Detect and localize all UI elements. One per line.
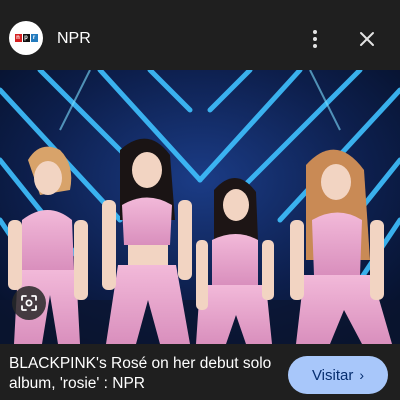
close-icon <box>360 32 374 46</box>
npr-logo: npr <box>9 21 43 55</box>
npr-logo-mark: npr <box>14 34 38 42</box>
top-bar: npr NPR <box>0 0 400 70</box>
lens-icon <box>21 295 37 311</box>
more-options-button[interactable] <box>302 24 328 54</box>
close-button[interactable] <box>352 24 382 54</box>
result-image[interactable] <box>0 70 400 344</box>
source-name: NPR <box>57 30 91 47</box>
visit-button[interactable]: Visitar › <box>288 356 388 394</box>
visit-button-label: Visitar <box>311 366 354 384</box>
chevron-right-icon: › <box>359 367 365 383</box>
result-title[interactable]: BLACKPINK's Rosé on her debut solo album… <box>9 354 279 394</box>
lens-search-button[interactable] <box>12 286 46 320</box>
concert-photo <box>0 70 400 344</box>
more-vert-icon <box>313 30 317 48</box>
